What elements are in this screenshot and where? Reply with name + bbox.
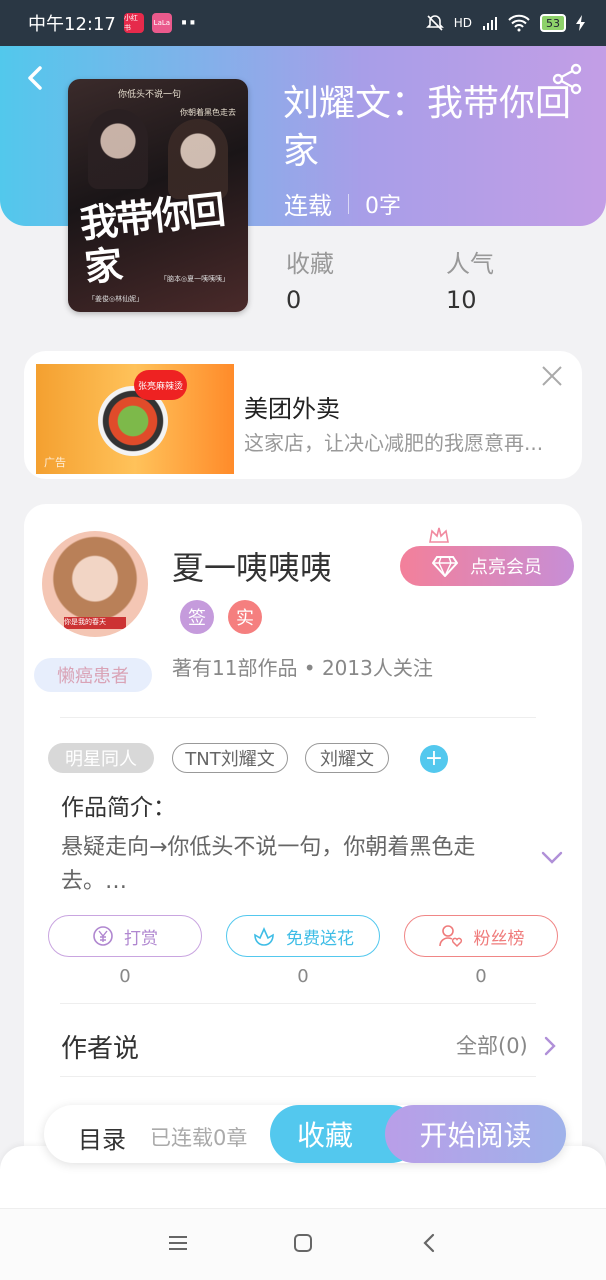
table-of-contents-button[interactable]: 目录 [78,1120,126,1155]
status-icons: HD 53 [425,14,586,32]
send-flower-label: 免费送花 [286,928,354,949]
cover-figure-left [88,109,148,189]
back-arrow-icon[interactable] [22,62,50,94]
menu-icon[interactable] [168,1234,188,1252]
status-time: 中午12:17 [28,14,116,35]
cover-tagline-2: 你朝着黑色走去 [180,108,236,117]
send-flower-button[interactable]: 免费送花 [226,915,380,957]
charging-icon [576,15,585,31]
fans-rank-label: 粉丝榜 [473,928,525,949]
ad-title: 美团外卖 [244,395,340,423]
chevron-down-icon[interactable] [540,850,564,866]
chevron-right-icon[interactable] [542,1034,558,1058]
cover-tagline: 你低头不说一句 [118,90,182,100]
chapters-status: 已连载0章 [150,1126,248,1150]
tag-item[interactable]: TNT刘耀文 [172,743,288,773]
mute-icon [425,15,444,31]
meta-separator [348,193,349,214]
battery-indicator: 53 [540,14,566,32]
network-icon: HD [453,16,472,30]
status-bar: 中午12:17 小红书 LaLa ·· HD 53 [0,0,606,46]
nav-back-icon[interactable] [422,1232,436,1254]
add-tag-button[interactable]: + [420,745,448,773]
flower-count: 0 [297,966,309,987]
flower-icon [254,927,274,946]
author-name[interactable]: 夏一咦咦咦 [172,543,332,589]
author-works-line: 著有11部作品 • 2013人关注 [172,656,433,680]
signed-badge: 签 [180,600,214,634]
author-says-title: 作者说 [61,1034,140,1064]
home-icon[interactable] [293,1233,313,1253]
ad-image[interactable]: 张亮麻辣烫 广告 [36,364,234,474]
signal-icon [483,17,497,30]
tip-label: 打赏 [124,928,158,949]
divider [60,717,536,718]
title-badge: 懒癌患者 [34,658,152,692]
share-icon[interactable] [550,62,584,96]
favorites-label: 收藏 [286,250,334,278]
fans-rank-button[interactable]: 粉丝榜 [404,915,558,957]
book-status: 连载 [284,192,332,220]
tip-button[interactable]: 打赏 [48,915,202,957]
yuan-coin-icon [93,926,113,946]
divider [60,1003,536,1004]
intro-text: 悬疑走向→你低头不说一句，你朝着黑色走去。… [61,835,476,894]
wifi-icon [508,14,530,32]
divider [60,1076,536,1077]
verified-badge: 实 [228,600,262,634]
light-up-vip-button[interactable]: 点亮会员 [400,546,574,586]
diamond-icon [432,556,458,577]
tag-item[interactable]: 明星同人 [48,743,154,773]
avatar-caption: 你是我的春天 [64,617,126,629]
ad-description: 这家店，让决心减肥的我愿意再... [244,431,544,455]
avatar[interactable]: 你是我的春天 [42,531,148,637]
cover-credit: 「脑本◎夏一咦咦咦」 [160,275,230,283]
crown-icon [429,527,449,543]
favorites-count: 0 [286,286,302,314]
user-heart-icon [438,925,462,948]
fans-count: 0 [475,966,487,987]
word-count: 0字 [365,193,401,219]
lala-app-icon: LaLa [151,13,172,33]
xiaohongshu-app-icon: 小红书 [123,13,144,33]
tip-count: 0 [119,966,131,987]
more-notifications-icon: ·· [179,10,197,36]
book-meta: 连载 0字 [284,186,401,221]
popularity-label: 人气 [446,250,494,278]
ad-image-tag: 张亮麻辣烫 [134,370,188,400]
intro-title: 作品简介： [61,795,176,821]
tag-item[interactable]: 刘耀文 [305,743,389,773]
popularity-count: 10 [446,286,477,314]
close-icon[interactable] [540,364,564,388]
ad-mark: 广告 [44,456,66,469]
book-title: 刘耀文：我带你回家 [283,83,572,172]
vip-label: 点亮会员 [470,557,542,578]
start-reading-button[interactable]: 开始阅读 [385,1105,566,1163]
cover-credit-2: 「姜俊◎林仙妮」 [88,295,144,303]
ad-banner[interactable]: 张亮麻辣烫 广告 美团外卖 这家店，让决心减肥的我愿意再... [24,351,582,479]
book-cover[interactable]: 你低头不说一句 你朝着黑色走去 我带你回家 「脑本◎夏一咦咦咦」 「姜俊◎林仙妮… [68,79,248,312]
all-comments-link[interactable]: 全部(0) [456,1030,528,1060]
